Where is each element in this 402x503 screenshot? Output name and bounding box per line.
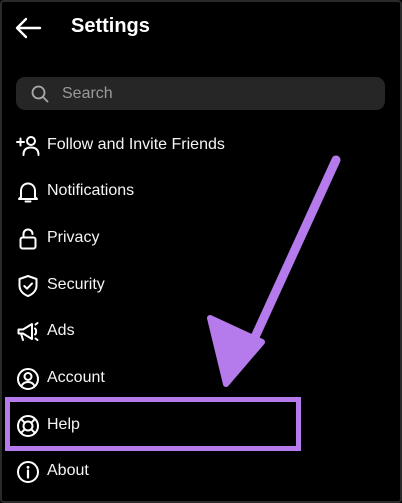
menu-item-ads[interactable]: Ads [0, 310, 300, 354]
info-icon [17, 461, 39, 483]
search-icon [31, 85, 49, 103]
menu-item-about[interactable]: About [0, 450, 300, 494]
menu-item-label: Privacy [47, 229, 100, 246]
lock-icon [19, 228, 37, 250]
header: Settings [0, 0, 402, 58]
menu-item-follow-invite[interactable]: Follow and Invite Friends [0, 124, 300, 168]
menu-item-label: Security [47, 276, 105, 293]
add-person-icon [16, 136, 40, 156]
menu-item-security[interactable]: Security [0, 264, 300, 308]
page-title: Settings [71, 15, 150, 37]
menu-item-account[interactable]: Account [0, 357, 300, 401]
search-bar[interactable] [16, 77, 385, 110]
menu-item-label: About [47, 462, 89, 479]
menu-item-label: Account [47, 369, 105, 386]
megaphone-icon [17, 322, 39, 341]
menu-item-label: Ads [47, 322, 75, 339]
menu-item-label: Notifications [47, 182, 135, 199]
user-circle-icon [17, 368, 39, 390]
shield-check-icon [18, 275, 38, 297]
back-arrow-icon[interactable] [14, 16, 42, 40]
menu-item-notifications[interactable]: Notifications [0, 170, 300, 214]
menu-item-label: Follow and Invite Friends [47, 136, 225, 153]
lifebuoy-icon [17, 415, 39, 437]
menu-item-help[interactable]: Help [0, 404, 300, 448]
menu-item-label: Help [47, 416, 80, 433]
search-input[interactable] [62, 77, 362, 110]
menu-item-privacy[interactable]: Privacy [0, 217, 300, 261]
bell-icon [18, 182, 38, 203]
